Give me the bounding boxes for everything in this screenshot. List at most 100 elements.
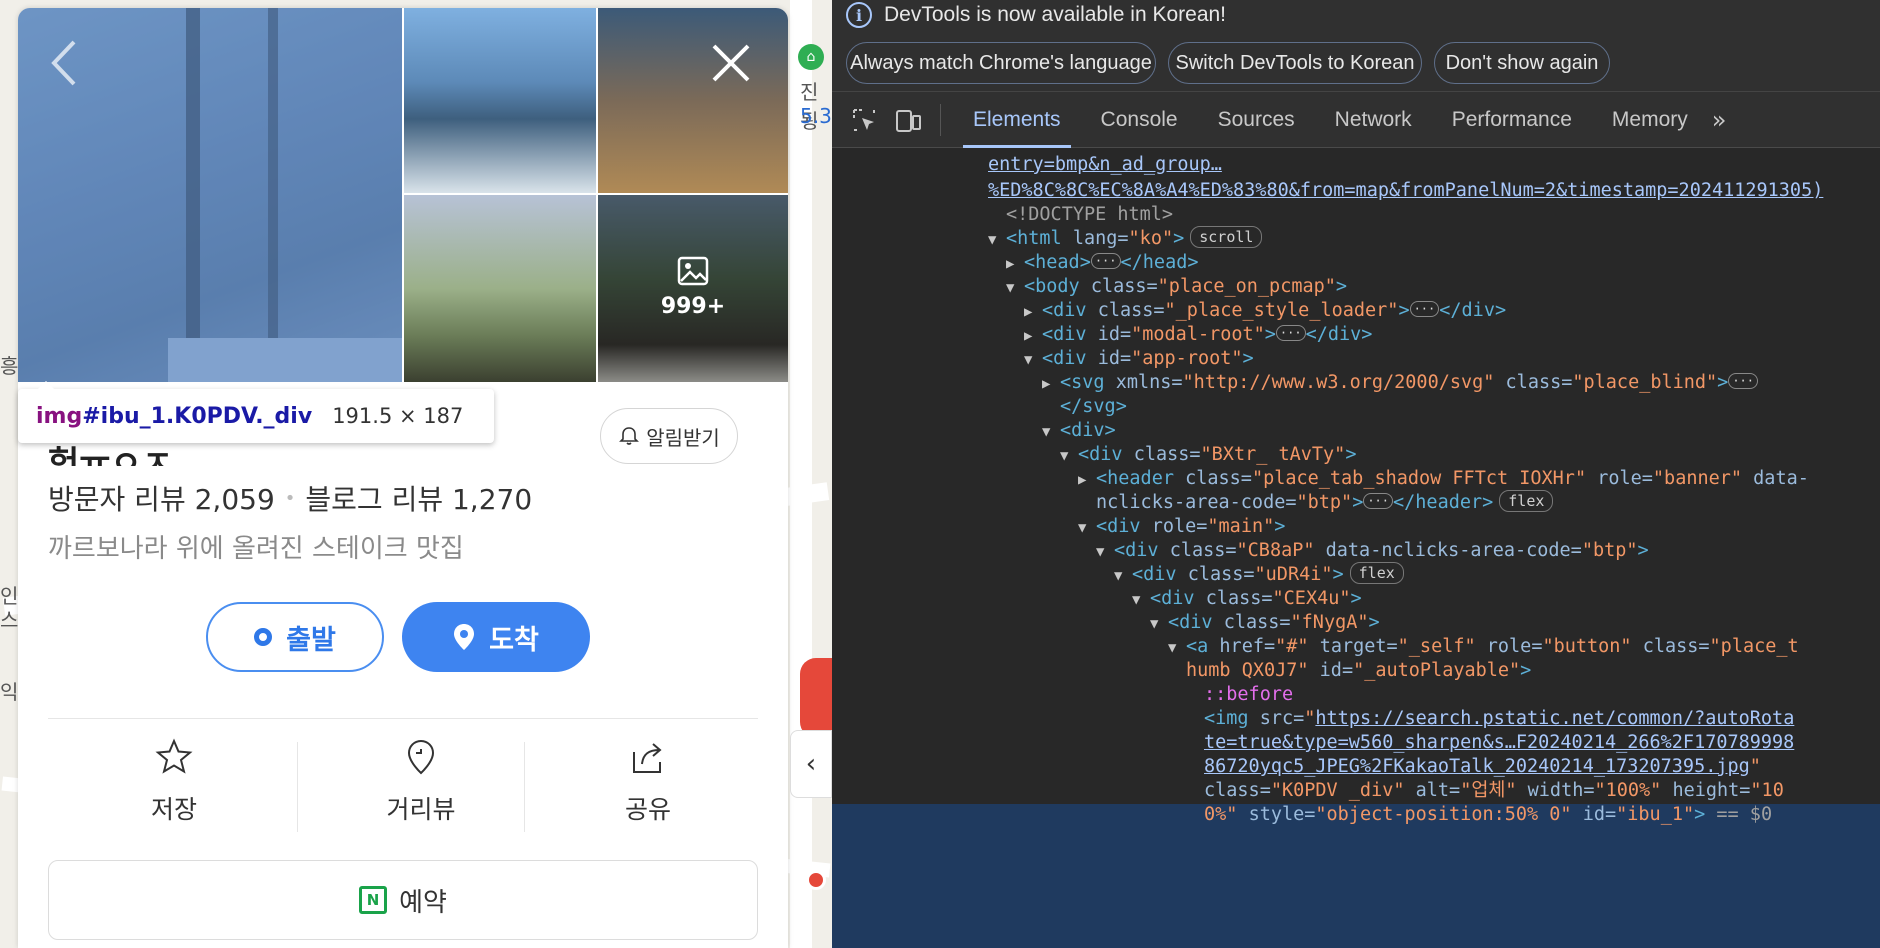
dom-line: entry=bmp&n_ad_group…	[988, 152, 1222, 178]
expand-arrow-icon[interactable]: ▼	[1024, 347, 1042, 373]
photo-gallery: 999+	[18, 8, 788, 382]
dont-show-again-button[interactable]: Don't show again	[1434, 42, 1610, 84]
dom-node-svg[interactable]: ▶ <svg xmlns="http://www.w3.org/2000/svg"…	[1042, 370, 1758, 396]
ellipsis-icon[interactable]: ···	[1409, 301, 1440, 317]
expand-arrow-icon[interactable]: ▼	[1114, 563, 1132, 589]
chevron-left-icon[interactable]	[44, 38, 84, 88]
expand-arrow-icon[interactable]: ▼	[1042, 419, 1060, 445]
expand-arrow-icon[interactable]: ▼	[988, 227, 1006, 253]
attr-name: nclicks-area-code=	[1096, 492, 1297, 513]
arrive-button-label: 도착	[489, 624, 539, 656]
dom-node-html[interactable]: ▼ <html lang="ko"> scroll	[988, 226, 1263, 253]
dom-node-head[interactable]: ▶ <head> ··· </head>	[1006, 250, 1198, 276]
device-toolbar-icon[interactable]	[888, 100, 928, 140]
thumbnail-photo[interactable]	[404, 195, 596, 382]
dom-url[interactable]: https://search.pstatic.net/common/?autoR…	[1315, 708, 1794, 729]
ellipsis-icon[interactable]: ···	[1363, 493, 1394, 509]
tab-performance[interactable]: Performance	[1432, 92, 1592, 148]
map-red-marker-icon[interactable]	[800, 658, 832, 738]
expand-arrow-icon[interactable]: ▼	[1150, 611, 1168, 637]
origin-icon	[254, 628, 273, 646]
attr-value: "object-position:50% 0"	[1315, 804, 1572, 825]
tooltip-selector: #ibu_1.K0PDV._div	[82, 403, 313, 429]
expand-arrow-icon[interactable]: ▼	[1168, 635, 1186, 661]
attr-value: "http://www.w3.org/2000/svg"	[1182, 372, 1495, 393]
dom-node-div[interactable]: ▼ <div class="CEX4u">	[1132, 586, 1362, 612]
blog-review-link[interactable]: 블로그 리뷰 1,270	[305, 478, 532, 518]
more-tabs-icon[interactable]: »	[1712, 106, 1727, 134]
flex-badge[interactable]: flex	[1499, 490, 1554, 512]
ellipsis-icon[interactable]: ···	[1728, 373, 1758, 389]
info-icon: i	[846, 2, 872, 28]
thumbnail-photo[interactable]	[598, 8, 788, 193]
map-label: 5.3r	[800, 104, 832, 128]
dom-line: 86720yqc5_JPEG%2FKakaoTalk_20240214_1732…	[1204, 756, 1761, 777]
attr-value: "place_t	[1709, 636, 1799, 657]
dom-node-body[interactable]: ▼ <body class="place_on_pcmap">	[1006, 274, 1347, 300]
tab-console[interactable]: Console	[1081, 92, 1198, 148]
dom-url[interactable]: entry=bmp&n_ad_group…	[988, 154, 1222, 175]
share-button[interactable]: 공유	[532, 738, 764, 838]
expand-arrow-icon[interactable]: ▶	[1042, 371, 1060, 397]
scroll-badge[interactable]: scroll	[1190, 226, 1263, 248]
expand-arrow-icon[interactable]: ▼	[1006, 275, 1024, 301]
close-icon[interactable]	[706, 38, 756, 88]
visitor-review-link[interactable]: 방문자 리뷰 2,059	[48, 478, 275, 518]
more-photos[interactable]: 999+	[598, 256, 788, 319]
dom-node-header[interactable]: ▶ <header class="place_tab_shadow FFTct I…	[1078, 466, 1809, 492]
switch-korean-button[interactable]: Switch DevTools to Korean	[1168, 42, 1422, 84]
attr-value: "CEX4u"	[1272, 588, 1351, 609]
attr-value: "CB8aP"	[1236, 540, 1315, 561]
dom-node-img-selected[interactable]: <img src="https://search.pstatic.net/com…	[1204, 706, 1794, 732]
dom-node-div[interactable]: ▶ <div class="_place_style_loader"> ··· </d…	[1024, 298, 1506, 324]
devtools-tab-bar: Elements Console Sources Network Perform…	[832, 92, 1880, 148]
dom-node-div[interactable]: ▼ <div class="CB8aP" data-nclicks-area-co…	[1096, 538, 1649, 564]
dom-url[interactable]: te=true&type=w560_sharpen&s…F20240214_26…	[1204, 732, 1794, 753]
thumbnail-photo[interactable]	[404, 8, 596, 193]
dom-url[interactable]: 86720yqc5_JPEG%2FKakaoTalk_20240214_1732…	[1204, 756, 1750, 777]
tab-network[interactable]: Network	[1315, 92, 1432, 148]
dom-node-div[interactable]: ▼ <div class="fNygA">	[1150, 610, 1380, 636]
map-location-dot-icon[interactable]	[806, 870, 826, 890]
dom-node-div[interactable]: ▼ <div role="main">	[1078, 514, 1285, 540]
ellipsis-icon[interactable]: ···	[1275, 325, 1306, 341]
tab-elements[interactable]: Elements	[953, 92, 1081, 148]
inspect-element-icon[interactable]	[844, 100, 884, 140]
dom-node-a[interactable]: ▼ <a href="#" target="_self" role="button…	[1168, 634, 1799, 660]
save-button[interactable]: 저장	[58, 738, 290, 838]
map-green-marker-icon[interactable]: ⌂	[798, 44, 824, 70]
reserve-button[interactable]: N 예약	[48, 860, 758, 940]
expand-arrow-icon[interactable]: ▼	[1132, 587, 1150, 613]
flex-badge[interactable]: flex	[1349, 562, 1404, 584]
share-icon	[633, 743, 662, 773]
ellipsis-icon[interactable]: ···	[1090, 253, 1121, 269]
dom-node-div[interactable]: ▶ <div id="modal-root"> ··· </div>	[1024, 322, 1372, 348]
elements-tree[interactable]: entry=bmp&n_ad_group… %ED%8C%8C%EC%8A%A4…	[832, 148, 1880, 948]
tooltip-tag: img	[36, 403, 83, 429]
bell-plus-icon	[619, 427, 640, 445]
attr-value: "main"	[1207, 516, 1275, 537]
match-language-button[interactable]: Always match Chrome's language	[846, 42, 1156, 84]
dom-node-div[interactable]: ▼ <div class="uDR4i"> flex	[1114, 562, 1404, 588]
tab-sources[interactable]: Sources	[1198, 92, 1315, 148]
dom-line: </svg>	[1060, 396, 1127, 417]
dom-node-div[interactable]: ▼ <div>	[1042, 418, 1116, 444]
expand-arrow-icon[interactable]: ▼	[1060, 443, 1078, 469]
streetview-button[interactable]: 거리뷰	[305, 738, 537, 838]
place-title-text: 헝ㅠㅇㅈ	[48, 444, 174, 466]
dom-pseudo-before[interactable]: ::before	[1204, 682, 1293, 708]
attr-value: "place_on_pcmap"	[1157, 276, 1336, 297]
expand-arrow-icon[interactable]: ▼	[1078, 515, 1096, 541]
dom-url[interactable]: %ED%8C%8C%EC%8A%A4%ED%83%80&from=map&fro…	[988, 180, 1823, 201]
dom-doctype: <!DOCTYPE html>	[1006, 204, 1174, 225]
alert-button[interactable]: 알림받기	[600, 408, 738, 464]
dom-node-div[interactable]: ▼ <div id="app-root">	[1024, 346, 1254, 372]
arrive-button[interactable]: 도착	[402, 602, 590, 672]
language-banner: i DevTools is now available in Korean! A…	[832, 0, 1880, 92]
collapse-panel-button[interactable]: ‹	[790, 730, 832, 798]
dom-node-div[interactable]: ▼ <div class="BXtr_ tAvTy">	[1060, 442, 1356, 468]
start-button[interactable]: 출발	[206, 602, 384, 672]
expand-arrow-icon[interactable]: ▶	[1078, 467, 1096, 493]
expand-arrow-icon[interactable]: ▼	[1096, 539, 1114, 565]
tab-memory[interactable]: Memory	[1592, 92, 1708, 148]
